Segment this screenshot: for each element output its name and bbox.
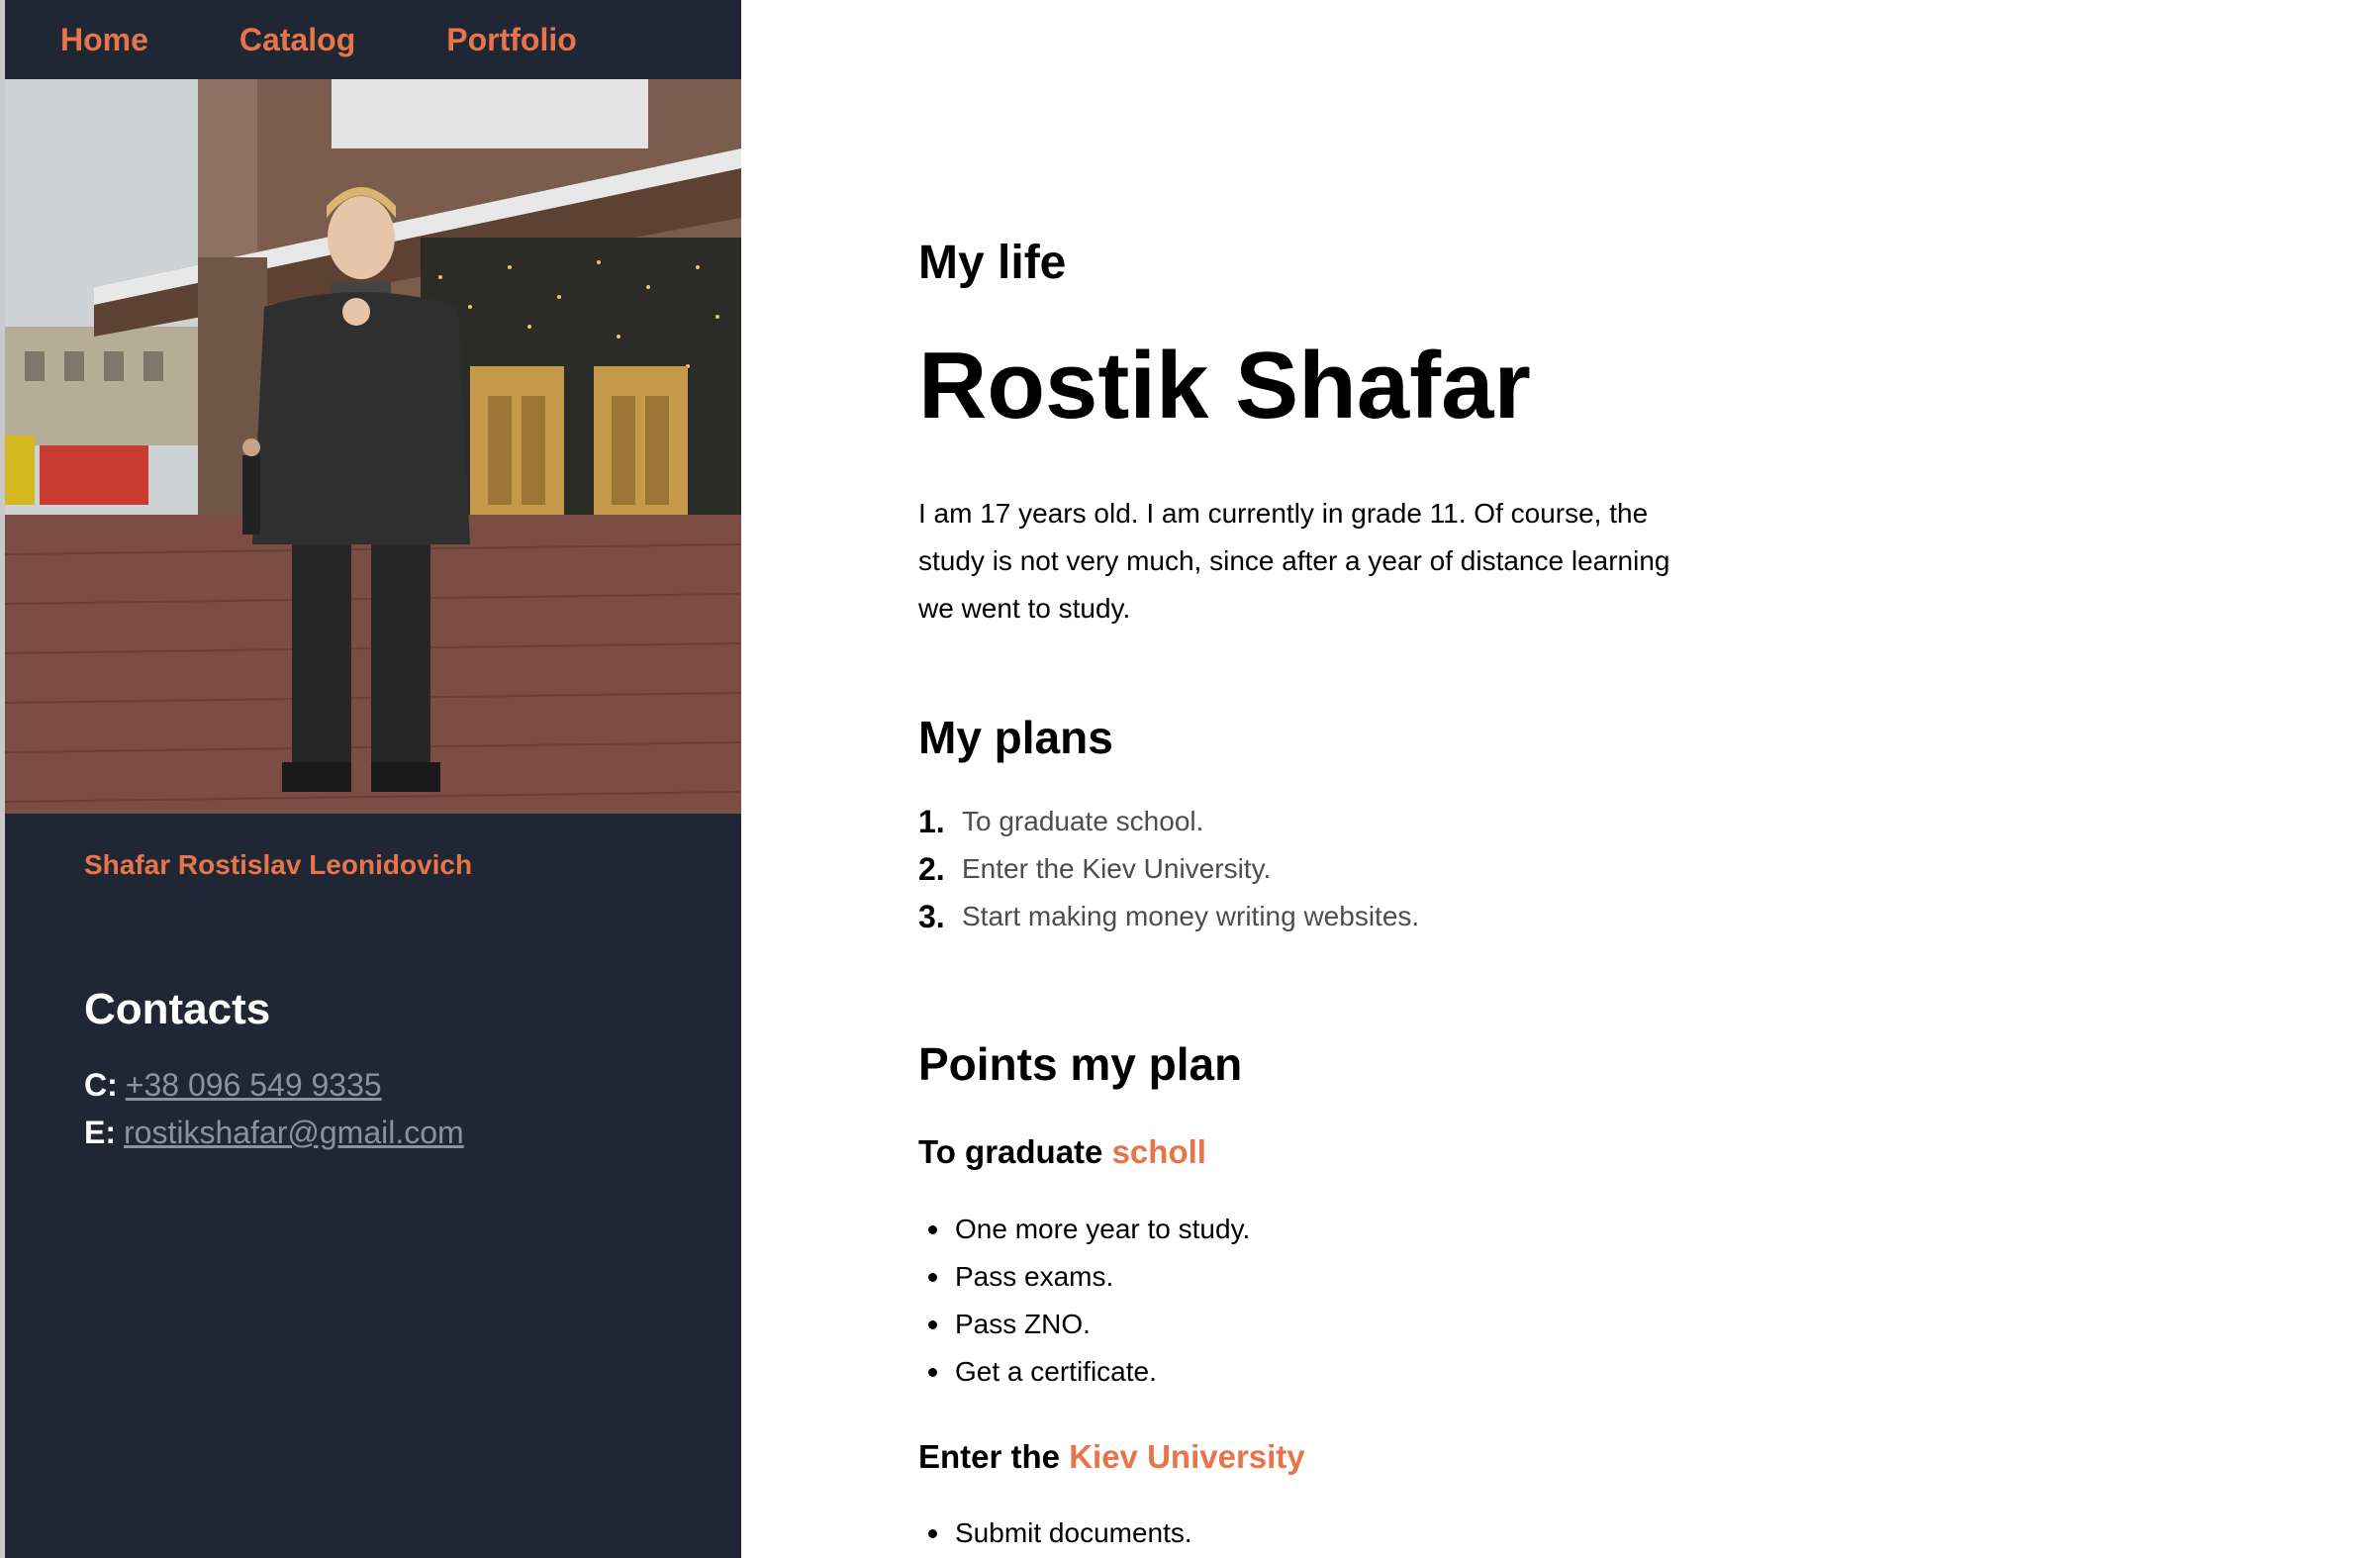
subsection-highlight: Kiev University [1069, 1438, 1305, 1475]
page-title: Rostik Shafar [918, 333, 1531, 438]
list-item-text: To graduate school. [962, 806, 1204, 836]
points-heading: Points my plan [918, 1038, 1243, 1090]
sidebar: Home Catalog Portfolio Shafar Rostislav … [5, 0, 741, 1558]
graduate-steps-list: One more year to study. Pass exams. Pass… [918, 1206, 1250, 1396]
list-item: 2. Enter the Kiev University. [918, 845, 1419, 893]
email-label: E: [84, 1115, 116, 1150]
contacts-heading: Contacts [84, 985, 271, 1033]
list-item: Pass ZNO. [918, 1301, 1250, 1348]
plans-list: 1. To graduate school. 2. Enter the Kiev… [918, 798, 1419, 940]
nav-catalog-link[interactable]: Catalog [239, 22, 355, 58]
section-subtitle: My life [918, 237, 1067, 289]
university-steps-list: Submit documents. [918, 1509, 1192, 1557]
list-item: 1. To graduate school. [918, 798, 1419, 845]
list-number: 1. [918, 803, 945, 839]
contact-email-row: E: rostikshafar@gmail.com [84, 1115, 464, 1151]
plans-heading: My plans [918, 712, 1113, 763]
nav-home-link[interactable]: Home [60, 22, 148, 58]
nav-portfolio-link[interactable]: Portfolio [446, 22, 577, 58]
subsection-prefix: To graduate [918, 1133, 1112, 1170]
subsection-highlight: scholl [1111, 1133, 1206, 1170]
subsection-university-heading: Enter the Kiev University [918, 1438, 1305, 1476]
list-item-text: Enter the Kiev University. [962, 853, 1272, 884]
contact-phone-row: C: +38 096 549 9335 [84, 1067, 382, 1104]
list-item: Get a certificate. [918, 1348, 1250, 1396]
subsection-prefix: Enter the [918, 1438, 1070, 1475]
intro-paragraph: I am 17 years old. I am currently in gra… [918, 498, 1670, 624]
list-number: 3. [918, 898, 945, 934]
list-item: One more year to study. [918, 1206, 1250, 1253]
profile-full-name: Shafar Rostislav Leonidovich [84, 849, 473, 880]
list-item: Pass exams. [918, 1253, 1250, 1301]
list-item-text: Start making money writing websites. [962, 901, 1420, 931]
subsection-graduate-heading: To graduate scholl [918, 1133, 1206, 1171]
email-link[interactable]: rostikshafar@gmail.com [124, 1115, 464, 1150]
list-item: 3. Start making money writing websites. [918, 893, 1419, 940]
list-number: 2. [918, 850, 945, 887]
profile-photo [5, 79, 741, 814]
phone-label: C: [84, 1067, 118, 1103]
top-nav: Home Catalog Portfolio [5, 0, 741, 79]
profile-photo-illustration [5, 79, 741, 814]
phone-link[interactable]: +38 096 549 9335 [126, 1067, 382, 1103]
list-item: Submit documents. [918, 1509, 1192, 1557]
